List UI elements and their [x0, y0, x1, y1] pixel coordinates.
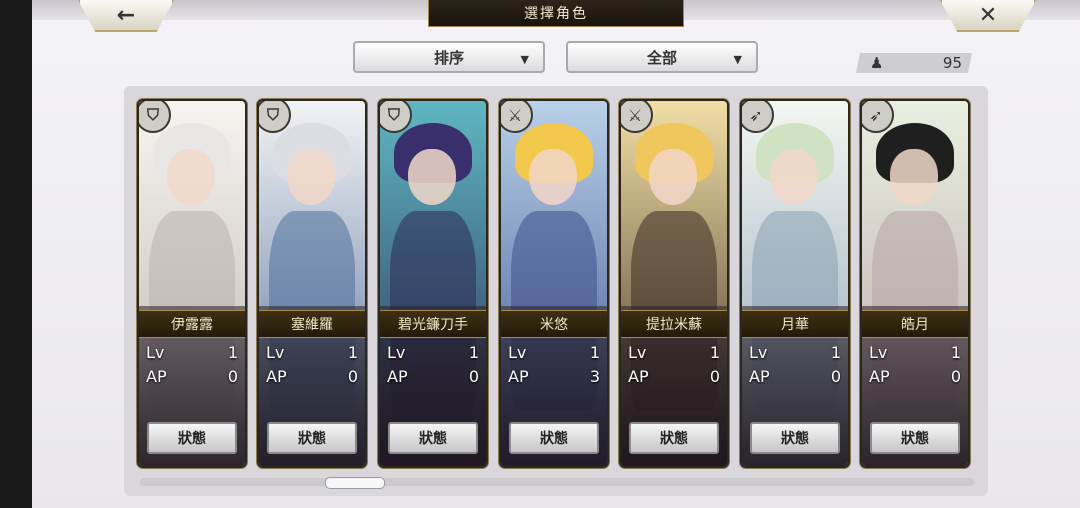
ap-row: AP 0: [266, 365, 358, 387]
character-card[interactable]: ⛉ 塞維羅 Lv 1 AP 0 狀態: [259, 101, 365, 466]
level-label: Lv: [628, 342, 647, 362]
filter-dropdown[interactable]: 全部 ▼: [566, 41, 758, 73]
ap-label: AP: [628, 366, 649, 386]
status-button[interactable]: 狀態: [750, 422, 840, 454]
page-title: 選擇角色: [428, 0, 684, 27]
level-label: Lv: [146, 342, 165, 362]
ap-label: AP: [508, 366, 529, 386]
person-icon: ♟: [870, 54, 884, 72]
portrait-face: [287, 149, 335, 205]
level-row: Lv 1: [508, 341, 600, 363]
status-button[interactable]: 狀態: [147, 422, 237, 454]
ap-row: AP 0: [387, 365, 479, 387]
chevron-down-icon: ▼: [520, 53, 529, 66]
level-label: Lv: [869, 342, 888, 362]
character-name: 月華: [742, 310, 848, 338]
level-value: 1: [950, 342, 961, 362]
character-count: ♟ 95: [870, 53, 962, 73]
character-card[interactable]: ⚔ 米悠 Lv 1 AP 3 狀態: [501, 101, 607, 466]
portrait-face: [770, 149, 818, 205]
portrait-face: [408, 149, 456, 205]
ap-label: AP: [146, 366, 167, 386]
level-value: 1: [709, 342, 720, 362]
scrollbar-thumb[interactable]: [325, 477, 385, 489]
filter-dropdown-label: 全部: [646, 48, 677, 67]
ap-value: 0: [830, 366, 841, 386]
level-row: Lv 1: [387, 341, 479, 363]
status-button[interactable]: 狀態: [629, 422, 719, 454]
level-label: Lv: [266, 342, 285, 362]
character-name: 提拉米蘇: [621, 310, 727, 338]
level-row: Lv 1: [749, 341, 841, 363]
horizontal-scrollbar[interactable]: [140, 478, 974, 486]
status-button[interactable]: 狀態: [870, 422, 960, 454]
level-value: 1: [589, 342, 600, 362]
ap-row: AP 0: [146, 365, 238, 387]
level-row: Lv 1: [146, 341, 238, 363]
character-name: 皓月: [862, 310, 968, 338]
status-button[interactable]: 狀態: [388, 422, 478, 454]
ap-row: AP 3: [508, 365, 600, 387]
back-arrow-icon: ←: [116, 2, 136, 28]
portrait-face: [649, 149, 697, 205]
character-name: 伊露露: [139, 310, 245, 338]
portrait-face: [529, 149, 577, 205]
chevron-down-icon: ▼: [733, 53, 742, 66]
level-label: Lv: [749, 342, 768, 362]
level-value: 1: [347, 342, 358, 362]
level-row: Lv 1: [628, 341, 720, 363]
sort-dropdown[interactable]: 排序 ▼: [353, 41, 545, 73]
level-value: 1: [227, 342, 238, 362]
ap-label: AP: [869, 366, 890, 386]
ap-value: 0: [347, 366, 358, 386]
character-card[interactable]: ⚔ 提拉米蘇 Lv 1 AP 0 狀態: [621, 101, 727, 466]
character-name: 塞維羅: [259, 310, 365, 338]
character-card[interactable]: ➶ 皓月 Lv 1 AP 0 狀態: [862, 101, 968, 466]
ap-value: 3: [589, 366, 600, 386]
ap-label: AP: [749, 366, 770, 386]
character-card[interactable]: ➶ 月華 Lv 1 AP 0 狀態: [742, 101, 848, 466]
ap-row: AP 0: [749, 365, 841, 387]
ap-value: 0: [227, 366, 238, 386]
ap-row: AP 0: [869, 365, 961, 387]
ap-value: 0: [950, 366, 961, 386]
character-name: 米悠: [501, 310, 607, 338]
character-card[interactable]: ⛉ 伊露露 Lv 1 AP 0 狀態: [139, 101, 245, 466]
status-button[interactable]: 狀態: [509, 422, 599, 454]
ap-value: 0: [709, 366, 720, 386]
character-name: 碧光鐮刀手: [380, 310, 486, 338]
level-row: Lv 1: [869, 341, 961, 363]
ap-label: AP: [387, 366, 408, 386]
character-card[interactable]: ⛉ 碧光鐮刀手 Lv 1 AP 0 狀態: [380, 101, 486, 466]
level-label: Lv: [508, 342, 527, 362]
level-value: 1: [468, 342, 479, 362]
portrait-face: [890, 149, 938, 205]
sort-dropdown-label: 排序: [433, 48, 464, 67]
level-label: Lv: [387, 342, 406, 362]
ap-value: 0: [468, 366, 479, 386]
character-count-value: 95: [942, 54, 962, 72]
ap-row: AP 0: [628, 365, 720, 387]
level-row: Lv 1: [266, 341, 358, 363]
portrait-face: [167, 149, 215, 205]
level-value: 1: [830, 342, 841, 362]
status-button[interactable]: 狀態: [267, 422, 357, 454]
close-icon: ✕: [978, 2, 998, 28]
ap-label: AP: [266, 366, 287, 386]
